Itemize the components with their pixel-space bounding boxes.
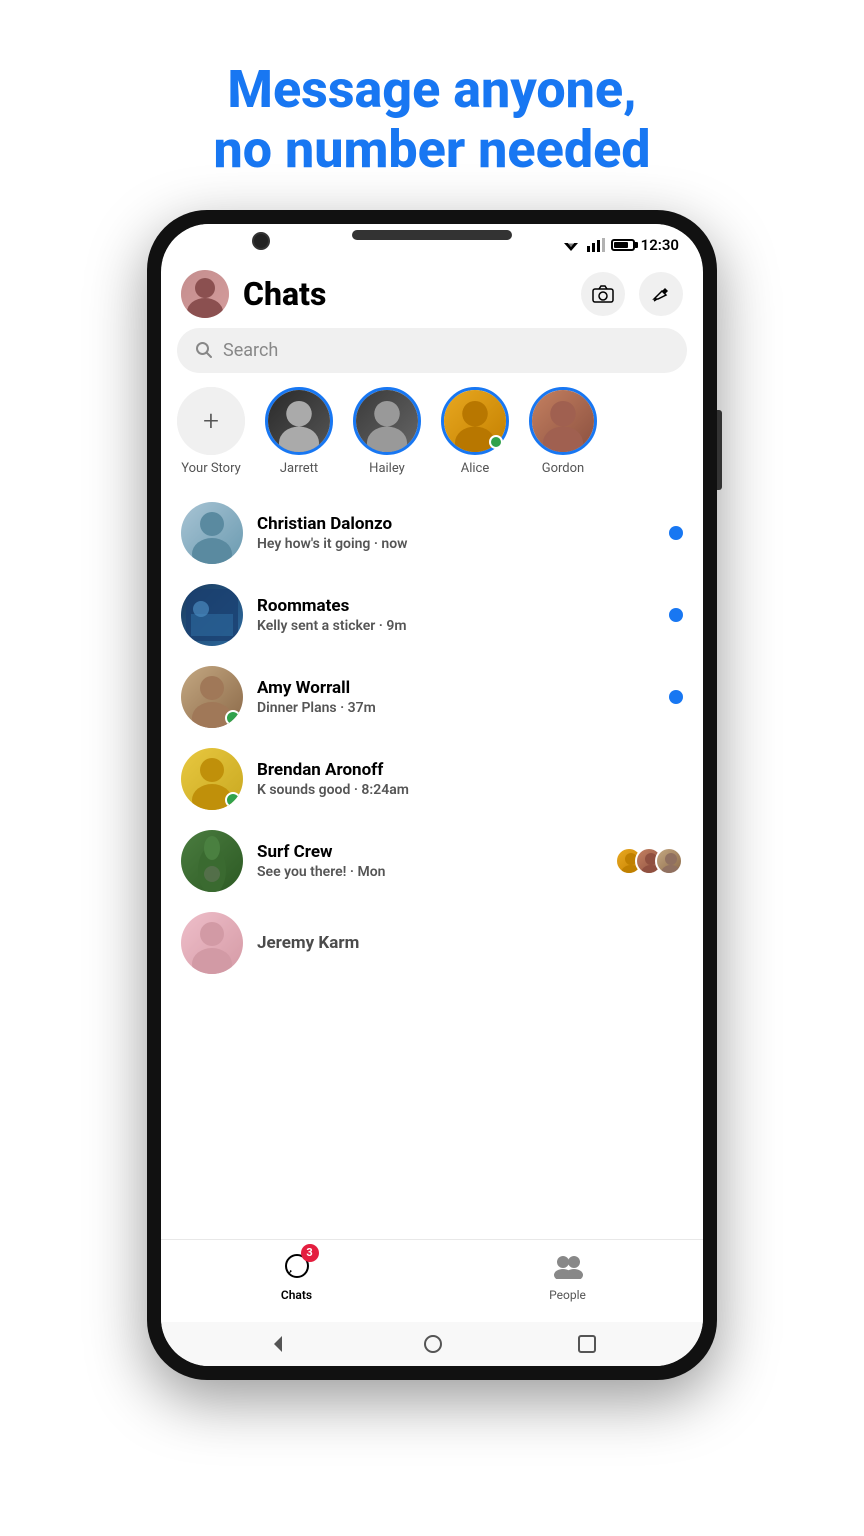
people-nav-icon <box>553 1253 583 1279</box>
chat-item-surf-crew[interactable]: Surf Crew See you there! · Mon <box>161 820 703 902</box>
amy-online-dot <box>225 710 241 726</box>
chats-badge: 3 <box>301 1244 319 1262</box>
story-avatar-hailey <box>353 387 421 455</box>
story-gordon[interactable]: Gordon <box>529 387 597 476</box>
chat-info-jeremy: Jeremy Karm <box>257 933 683 953</box>
chat-name-surf: Surf Crew <box>257 842 601 862</box>
unread-dot-amy <box>669 690 683 704</box>
chats-nav-label: Chats <box>281 1288 312 1302</box>
chat-name-brendan: Brendan Aronoff <box>257 760 683 780</box>
search-placeholder: Search <box>223 340 278 361</box>
story-avatar-gordon <box>529 387 597 455</box>
stories-row: + Your Story Jar <box>161 387 703 492</box>
status-bar: 12:30 <box>161 224 703 260</box>
story-label-gordon: Gordon <box>542 461 584 476</box>
self-avatar[interactable] <box>181 270 229 318</box>
people-nav-label: People <box>549 1288 586 1302</box>
hero-text: Message anyone, no number needed <box>173 0 690 210</box>
hero-line1: Message anyone, <box>213 60 650 120</box>
compose-button[interactable] <box>639 272 683 316</box>
chat-list: Christian Dalonzo Hey how's it going · n… <box>161 492 703 1239</box>
story-label-alice: Alice <box>461 461 490 476</box>
phone-screen: 12:30 Chats <box>161 224 703 1366</box>
camera-icon <box>592 285 614 303</box>
story-hailey[interactable]: Hailey <box>353 387 421 476</box>
surf-group-avatars <box>615 847 683 875</box>
chat-item-christian-dalonzo[interactable]: Christian Dalonzo Hey how's it going · n… <box>161 492 703 574</box>
wifi-icon <box>561 237 581 252</box>
nav-chats-icon-wrap: 3 <box>279 1248 315 1284</box>
chat-avatar-roommates <box>181 584 243 646</box>
phone-side-button <box>717 410 722 490</box>
chat-info-brendan: Brendan Aronoff K sounds good · 8:24am <box>257 760 683 798</box>
header: Chats <box>161 260 703 328</box>
chat-info-roommates: Roommates Kelly sent a sticker · 9m <box>257 596 655 634</box>
story-label-jarrett: Jarrett <box>280 461 318 476</box>
add-story-plus: + <box>203 404 219 437</box>
unread-dot-christian <box>669 526 683 540</box>
signal-icon <box>587 238 605 252</box>
chat-preview-amy: Dinner Plans · 37m <box>257 700 655 716</box>
chat-name-amy: Amy Worrall <box>257 678 655 698</box>
nav-chats[interactable]: 3 Chats <box>161 1248 432 1302</box>
chat-info-amy: Amy Worrall Dinner Plans · 37m <box>257 678 655 716</box>
phone-shell: 12:30 Chats <box>147 210 717 1380</box>
phone-camera <box>252 232 270 250</box>
chat-name-jeremy: Jeremy Karm <box>257 933 683 953</box>
chat-preview-surf: See you there! · Mon <box>257 864 601 880</box>
story-avatar-alice <box>441 387 509 455</box>
chat-avatar-amy <box>181 666 243 728</box>
chat-preview-christian: Hey how's it going · now <box>257 536 655 552</box>
story-label-hailey: Hailey <box>369 461 405 476</box>
brendan-online-dot <box>225 792 241 808</box>
surf-avatar-3 <box>655 847 683 875</box>
battery-icon <box>611 239 635 251</box>
system-nav-bar <box>161 1322 703 1366</box>
chat-name-roommates: Roommates <box>257 596 655 616</box>
chat-info-surf: Surf Crew See you there! · Mon <box>257 842 601 880</box>
story-your-story[interactable]: + Your Story <box>177 387 245 476</box>
chat-avatar-christian <box>181 502 243 564</box>
story-avatar-jarrett <box>265 387 333 455</box>
alice-online-indicator <box>489 435 503 449</box>
unread-dot-roommates <box>669 608 683 622</box>
chat-avatar-surf <box>181 830 243 892</box>
app-content: Chats <box>161 260 703 1366</box>
chat-info-christian: Christian Dalonzo Hey how's it going · n… <box>257 514 655 552</box>
story-jarrett[interactable]: Jarrett <box>265 387 333 476</box>
nav-people-icon-wrap <box>550 1248 586 1284</box>
camera-button[interactable] <box>581 272 625 316</box>
status-time: 12:30 <box>641 236 679 254</box>
story-label-your-story: Your Story <box>181 461 241 476</box>
chat-preview-roommates: Kelly sent a sticker · 9m <box>257 618 655 634</box>
add-story-avatar: + <box>177 387 245 455</box>
bottom-nav: 3 Chats People <box>161 1239 703 1322</box>
edit-icon <box>652 285 670 303</box>
home-button[interactable] <box>423 1334 443 1354</box>
chat-item-jeremy[interactable]: Jeremy Karm <box>161 902 703 984</box>
hero-line2: no number needed <box>213 120 650 180</box>
chat-avatar-jeremy <box>181 912 243 974</box>
search-bar[interactable]: Search <box>177 328 687 373</box>
status-icons: 12:30 <box>561 236 679 254</box>
chat-avatar-brendan <box>181 748 243 810</box>
chat-preview-brendan: K sounds good · 8:24am <box>257 782 683 798</box>
nav-people[interactable]: People <box>432 1248 703 1302</box>
chat-item-brendan-aronoff[interactable]: Brendan Aronoff K sounds good · 8:24am <box>161 738 703 820</box>
header-title: Chats <box>243 275 567 313</box>
chat-item-amy-worrall[interactable]: Amy Worrall Dinner Plans · 37m <box>161 656 703 738</box>
story-alice[interactable]: Alice <box>441 387 509 476</box>
chat-item-roommates[interactable]: Roommates Kelly sent a sticker · 9m <box>161 574 703 656</box>
recents-button[interactable] <box>578 1335 596 1353</box>
back-button[interactable] <box>268 1334 288 1354</box>
chat-name-christian: Christian Dalonzo <box>257 514 655 534</box>
search-icon <box>195 341 213 359</box>
